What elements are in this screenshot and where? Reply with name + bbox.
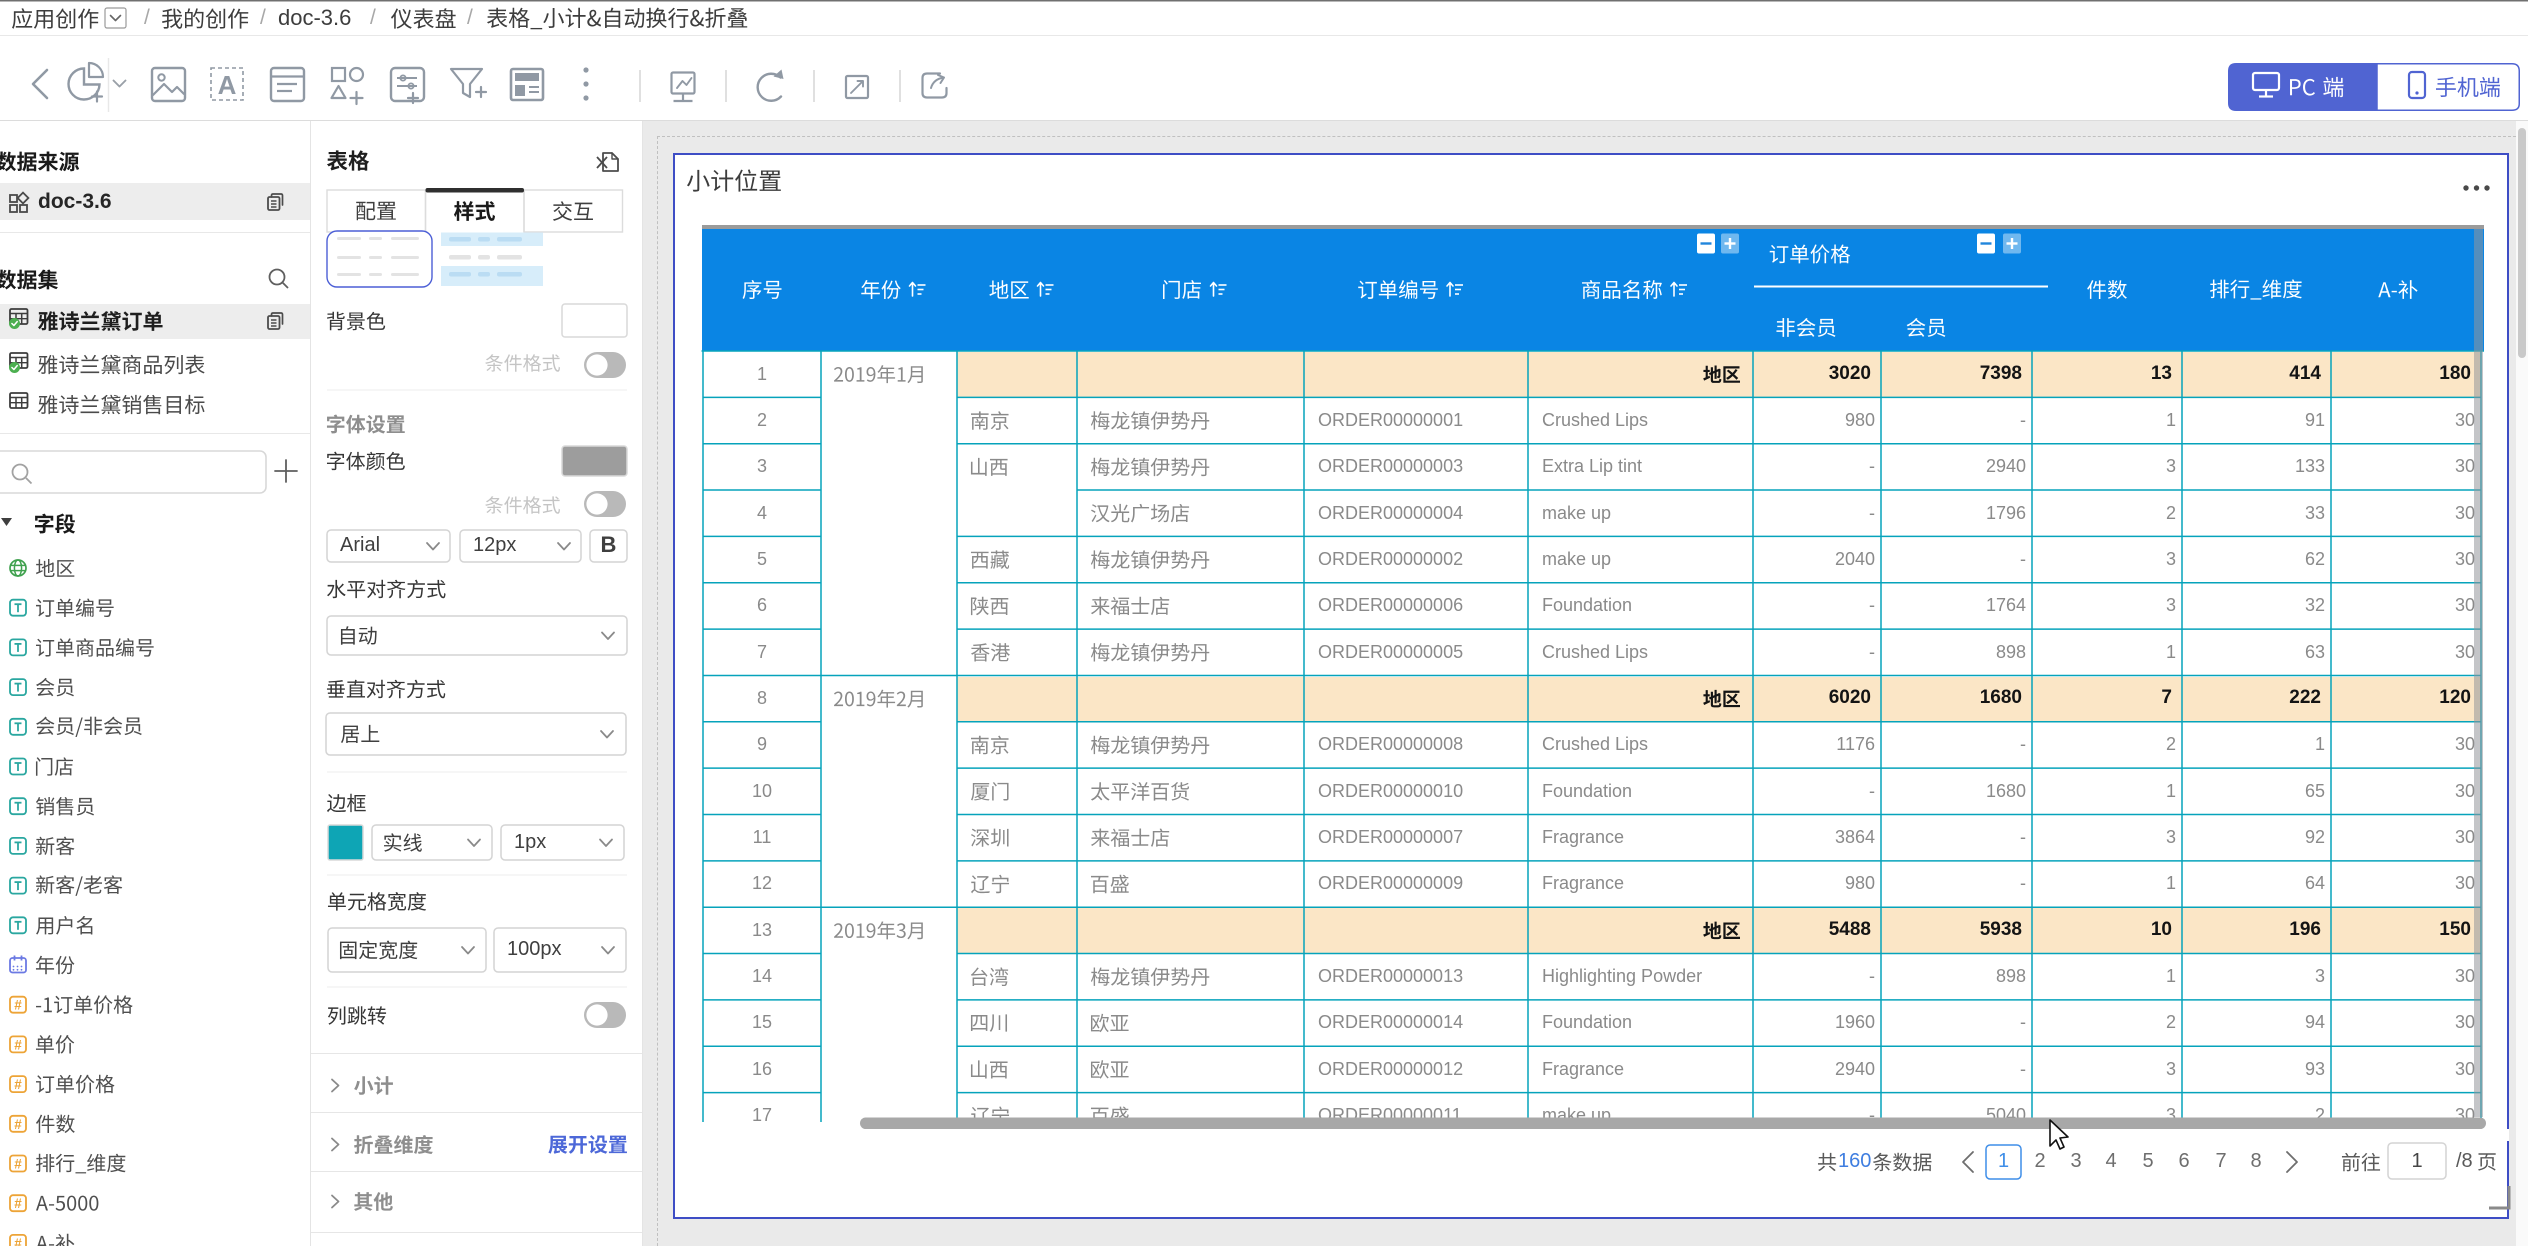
svg-text:#: # — [14, 1196, 22, 1211]
svg-text:#: # — [14, 998, 22, 1013]
svg-text:#: # — [14, 1157, 22, 1172]
svg-text:#: # — [14, 1077, 22, 1092]
svg-text:#: # — [14, 1037, 22, 1052]
svg-text:#: # — [14, 1117, 22, 1132]
svg-text:#: # — [14, 1236, 22, 1246]
svg-text:A: A — [218, 70, 237, 100]
